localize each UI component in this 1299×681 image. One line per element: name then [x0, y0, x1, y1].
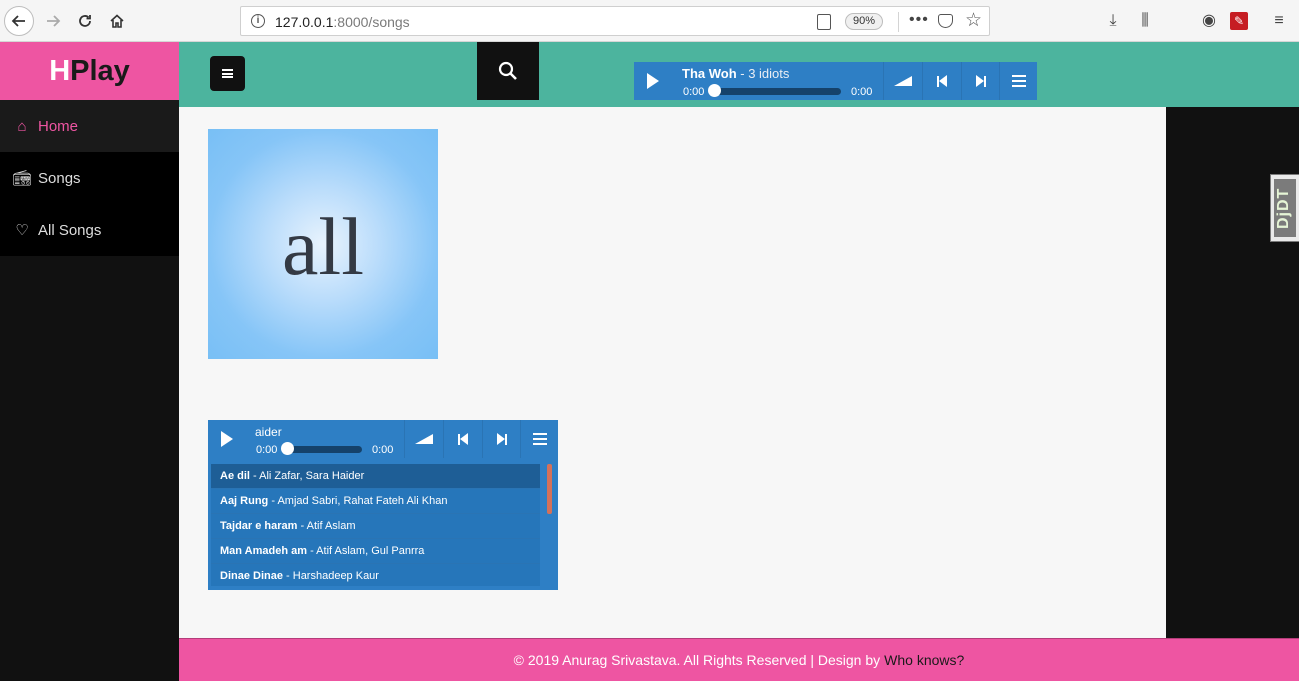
list-icon [1011, 75, 1026, 87]
brand-logo[interactable]: H Play [0, 42, 179, 100]
home-icon [110, 14, 124, 28]
previous-button[interactable] [922, 62, 960, 100]
extension-icon[interactable]: ✎ [1230, 12, 1248, 30]
sidebar-item-label: All Songs [38, 221, 102, 239]
debug-toolbar-label: DjDT [1275, 187, 1292, 229]
playlist-item[interactable]: Man Amadeh am - Atif Aslam, Gul Panrra [211, 539, 540, 564]
skip-next-icon [975, 75, 986, 87]
home-icon: ⌂ [17, 117, 27, 135]
account-icon[interactable]: ◉ [1198, 10, 1220, 32]
playlist: Ae dil - Ali Zafar, Sara Haider Aaj Rung… [211, 464, 540, 586]
heart-icon: ♡ [15, 222, 29, 239]
sidebar: H Play ⌂ Home 📻︎ Songs ♡ All Songs [0, 42, 179, 681]
playlist-item[interactable]: Dinae Dinae - Harshadeep Kaur [211, 564, 540, 586]
progress-bar[interactable] [712, 88, 841, 95]
pocket-icon[interactable] [938, 14, 953, 28]
debug-toolbar-handle[interactable]: DjDT [1270, 174, 1299, 242]
search-button[interactable] [477, 42, 539, 100]
total-time: 0:00 [851, 86, 873, 98]
next-button[interactable] [961, 62, 999, 100]
progress-knob[interactable] [281, 442, 294, 455]
browser-toolbar: i 127.0.0.1:8000/songs 90% ••• ☆ ⤓ ⫼ ▯ ◉… [0, 0, 1299, 681]
next-button[interactable] [482, 420, 520, 458]
album-cover-text: all [282, 201, 364, 292]
address-bar[interactable]: i 127.0.0.1:8000/songs 90% ••• ☆ [240, 6, 990, 36]
progress-bar[interactable] [284, 446, 362, 453]
play-icon [647, 73, 659, 89]
current-time: 0:00 [683, 86, 705, 98]
list-icon [532, 433, 547, 445]
radio-icon: 📻︎ [12, 170, 32, 187]
volume-icon [893, 76, 912, 86]
play-icon [221, 431, 233, 447]
playlist-item[interactable]: Tajdar e haram - Atif Aslam [211, 514, 540, 539]
home-button[interactable] [102, 6, 132, 36]
reader-view-icon[interactable] [817, 14, 831, 30]
skip-next-icon [496, 433, 507, 445]
footer: © 2019 Anurag Srivastava. All Rights Res… [179, 638, 1299, 681]
back-button[interactable] [4, 6, 34, 36]
url-divider [898, 12, 899, 32]
forward-button[interactable] [38, 6, 68, 36]
sidebar-item-songs[interactable]: 📻︎ Songs [0, 152, 179, 204]
download-icon[interactable]: ⤓ [1102, 10, 1124, 32]
volume-icon [414, 434, 433, 444]
playlist-item[interactable]: Ae dil - Ali Zafar, Sara Haider [211, 464, 540, 489]
browser-menu-icon[interactable]: ≡ [1268, 10, 1290, 32]
footer-credit-link[interactable]: Who knows? [884, 652, 964, 668]
main-audio-player: aider 0:00 0:00 Ae dil - Ali Zafar, Sara… [208, 420, 558, 590]
progress-knob[interactable] [708, 84, 721, 97]
sidebar-item-label: Home [38, 117, 79, 135]
volume-button[interactable] [883, 62, 921, 100]
footer-text: © 2019 Anurag Srivastava. All Rights Res… [513, 652, 881, 668]
url-text[interactable]: 127.0.0.1:8000/songs [275, 14, 410, 30]
volume-button[interactable] [404, 420, 442, 458]
sidebar-item-all-songs[interactable]: ♡ All Songs [0, 204, 179, 256]
current-time: 0:00 [256, 444, 278, 456]
reload-button[interactable] [70, 6, 100, 36]
previous-button[interactable] [443, 420, 481, 458]
reload-icon [79, 15, 91, 27]
album-cover[interactable]: all [208, 129, 438, 359]
play-button[interactable] [634, 62, 672, 100]
hamburger-icon [222, 69, 233, 78]
sidebar-toggle-icon[interactable]: ▯ [1166, 42, 1299, 681]
library-icon[interactable]: ⫼ [1134, 10, 1156, 32]
arrow-right-icon [47, 15, 61, 27]
sidebar-item-label: Songs [38, 169, 81, 187]
search-icon [498, 61, 517, 80]
playlist-scrollbar[interactable] [547, 464, 552, 514]
now-playing-info: aider [255, 425, 282, 439]
skip-previous-icon [457, 433, 468, 445]
playlist-toggle-button[interactable] [999, 62, 1037, 100]
header-audio-player: Tha Woh - 3 idiots 0:00 0:00 [634, 62, 1037, 100]
page-actions-icon[interactable]: ••• [909, 11, 929, 29]
now-playing-info: Tha Woh - 3 idiots [682, 66, 790, 81]
playlist-toggle-button[interactable] [520, 420, 558, 458]
arrow-left-icon [11, 15, 25, 27]
sidebar-item-home[interactable]: ⌂ Home [0, 100, 179, 152]
total-time: 0:00 [372, 444, 394, 456]
bookmark-star-icon[interactable]: ☆ [965, 9, 982, 32]
playlist-item[interactable]: Aaj Rung - Amjad Sabri, Rahat Fateh Ali … [211, 489, 540, 514]
zoom-level[interactable]: 90% [845, 13, 884, 30]
menu-toggle-button[interactable] [210, 56, 245, 91]
info-icon[interactable]: i [251, 14, 265, 28]
play-button[interactable] [208, 420, 246, 458]
skip-previous-icon [936, 75, 947, 87]
